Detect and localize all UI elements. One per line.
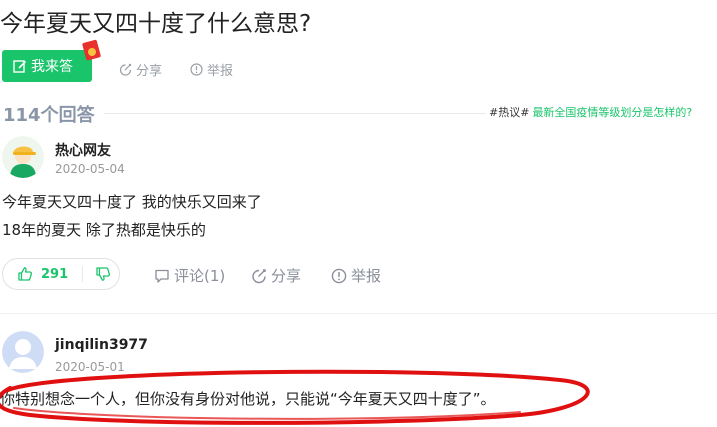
answer-line: 18年的夏天 除了热都是快乐的: [2, 221, 206, 239]
comment-label: 评论(1): [174, 267, 226, 285]
avatar[interactable]: [2, 136, 44, 178]
hot-tag: #热议#: [489, 106, 530, 119]
share-answer-button[interactable]: 分享: [251, 265, 301, 286]
divider: [104, 113, 486, 114]
question-title: 今年夏天又四十度了什么意思?: [0, 11, 312, 37]
avatar[interactable]: [2, 331, 44, 373]
share-label: 分享: [136, 64, 163, 79]
vote-box: 291: [2, 258, 120, 290]
report-label: 举报: [207, 64, 234, 79]
answer-count: 114个回答: [3, 105, 95, 126]
edit-icon: [13, 60, 27, 73]
comment-icon: [155, 269, 169, 283]
comment-button[interactable]: 评论(1): [154, 265, 225, 286]
share-icon: [252, 268, 266, 283]
red-packet-icon: [82, 39, 101, 61]
report-answer-button[interactable]: 举报: [331, 265, 381, 286]
username[interactable]: 热心网友: [55, 140, 111, 160]
warning-icon: [331, 268, 347, 283]
answer-divider: [0, 313, 717, 314]
username[interactable]: jinqilin3977: [55, 337, 148, 353]
answer-button-label: 我来答: [31, 59, 73, 75]
warning-icon: [190, 63, 203, 76]
thumbs-down-icon[interactable]: [95, 266, 111, 282]
answer-line: 你特别想念一个人，但你没有身份对他说，只能说“今年夏天又四十度了”。: [0, 390, 496, 408]
thumbs-up-icon[interactable]: [17, 266, 33, 282]
share-icon: [119, 63, 132, 76]
report-answer-label: 举报: [351, 267, 382, 285]
vote-separator: [82, 266, 84, 282]
share-answer-label: 分享: [271, 267, 302, 285]
answer-line: 今年夏天又四十度了 我的快乐又回来了: [2, 193, 262, 211]
hot-topic: #热议# 最新全国疫情等级划分是怎样的?: [489, 104, 692, 120]
share-question-button[interactable]: 分享: [119, 60, 162, 79]
hot-topic-link[interactable]: 最新全国疫情等级划分是怎样的?: [532, 106, 692, 119]
user-avatar-icon: [2, 136, 44, 178]
answer-date: 2020-05-04: [55, 162, 125, 176]
answer-date: 2020-05-01: [55, 360, 125, 374]
answer-button[interactable]: 我来答: [2, 50, 92, 82]
user-avatar-icon: [2, 331, 44, 373]
report-question-button[interactable]: 举报: [190, 60, 233, 79]
like-count: 291: [41, 266, 69, 282]
